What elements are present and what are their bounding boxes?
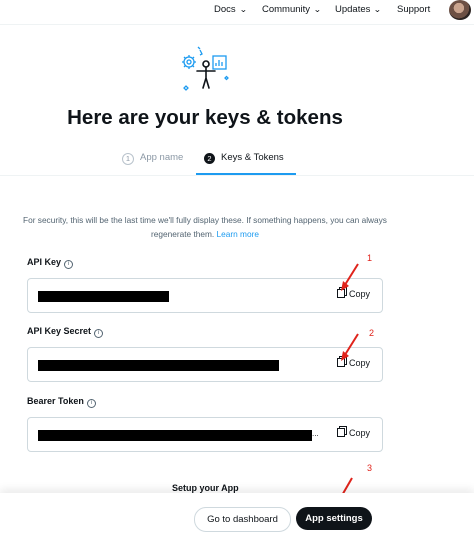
nav-updates-label: Updates [335,4,371,15]
chevron-down-icon: ⌄ [313,5,322,14]
divider [0,24,474,25]
info-icon[interactable]: i [86,399,96,408]
divider [0,175,474,176]
step-app-name[interactable]: 1 App name [122,152,183,165]
truncation-ellipsis: ... [312,429,319,438]
copy-label: Copy [348,428,370,438]
bearer-token-label: Bearer Token i [27,396,96,408]
bearer-token-label-text: Bearer Token [27,396,84,406]
page-title: Here are your keys & tokens [67,106,343,129]
api-key-field: Copy [27,278,383,313]
setup-app-label: Setup your App [172,483,239,493]
info-icon[interactable]: i [64,260,74,269]
nav-community-label: Community [262,4,311,15]
nav-support-label: Support [397,4,431,15]
annotation-number: 3 [367,463,373,473]
top-nav: Docs ⌄ Community ⌄ Updates ⌄ Support [0,0,474,22]
avatar[interactable] [449,0,471,20]
step-label: App name [140,152,184,163]
annotation-number: 2 [369,328,375,338]
api-key-label: API Key i [27,257,74,269]
api-key-secret-label-text: API Key Secret [27,326,92,336]
api-key-label-text: API Key [27,257,62,267]
api-key-secret-label: API Key Secret i [27,326,104,338]
redacted-value [38,360,279,371]
step-label: Keys & Tokens [221,152,284,163]
nav-docs[interactable]: Docs ⌄ [214,4,248,15]
annotation-arrow-icon [341,333,359,361]
step-keys-tokens[interactable]: 2 Keys & Tokens [204,152,284,164]
learn-more-link[interactable]: Learn more [217,229,259,239]
redacted-value [38,430,312,441]
person-with-gears-chart-icon [182,46,229,91]
nav-docs-label: Docs [214,4,236,15]
nav-support[interactable]: Support [397,4,430,15]
nav-community[interactable]: Community ⌄ [262,4,321,15]
go-to-dashboard-button[interactable]: Go to dashboard [194,507,291,532]
annotation-arrow-icon [341,263,359,291]
chevron-down-icon: ⌄ [373,5,382,14]
app-settings-button[interactable]: App settings [296,507,372,530]
security-notice: For security, this will be the last time… [20,213,390,241]
redacted-value [38,291,169,302]
nav-updates[interactable]: Updates ⌄ [335,4,382,15]
bearer-token-field: ... Copy [27,417,383,452]
info-icon[interactable]: i [94,329,104,338]
api-key-secret-field: Copy [27,347,383,382]
notice-text: For security, this will be the last time… [23,215,387,239]
step-number: 2 [204,153,215,164]
copy-bearer-token-button[interactable]: Copy [336,428,370,438]
step-number: 1 [122,153,134,165]
annotation-number: 1 [367,253,373,263]
chevron-down-icon: ⌄ [238,5,248,14]
copy-icon [336,428,345,437]
